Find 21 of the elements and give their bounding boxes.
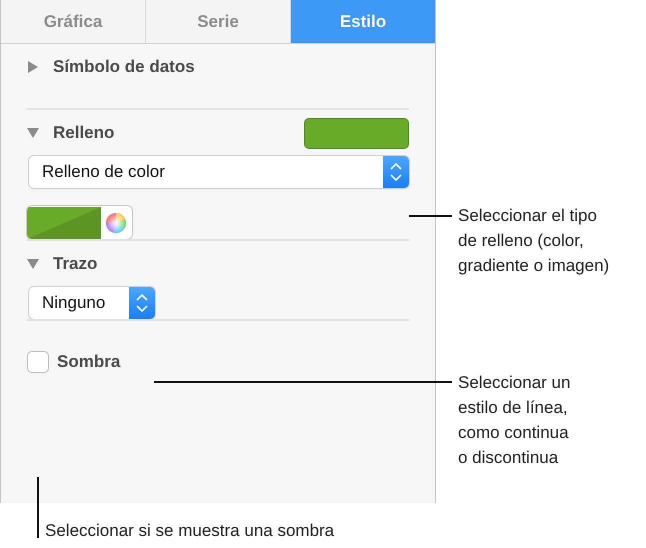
leader-line — [37, 477, 39, 538]
color-wheel-icon[interactable] — [105, 212, 127, 234]
tab[interactable]: Estilo — [291, 0, 435, 43]
stepper-icon — [383, 156, 409, 188]
fill-type-popup[interactable]: Relleno de color — [29, 156, 409, 188]
callout-text: Seleccionar si se muestra una sombra — [45, 520, 334, 542]
stepper-icon — [129, 287, 155, 319]
disclosure-triangle-icon[interactable] — [27, 258, 39, 270]
color-swatch[interactable] — [304, 118, 409, 148]
disclosure-triangle-icon[interactable] — [27, 61, 39, 73]
line-style-popup[interactable]: Ninguno — [29, 287, 155, 319]
checkbox-label: Sombra — [57, 352, 120, 372]
section-title: Relleno — [53, 123, 114, 143]
disclosure-triangle-icon[interactable] — [27, 127, 39, 139]
color-well[interactable] — [27, 206, 132, 239]
checkbox[interactable] — [27, 351, 49, 373]
leader-line — [409, 215, 452, 217]
section-title: Símbolo de datos — [53, 57, 195, 77]
callout-text: Seleccionar un estilo de línea, como continua o discontinua — [458, 372, 570, 469]
callout-text: Seleccionar el tipo de relleno (color, gradiente o imagen) — [458, 205, 610, 277]
section-title: Trazo — [53, 254, 98, 274]
